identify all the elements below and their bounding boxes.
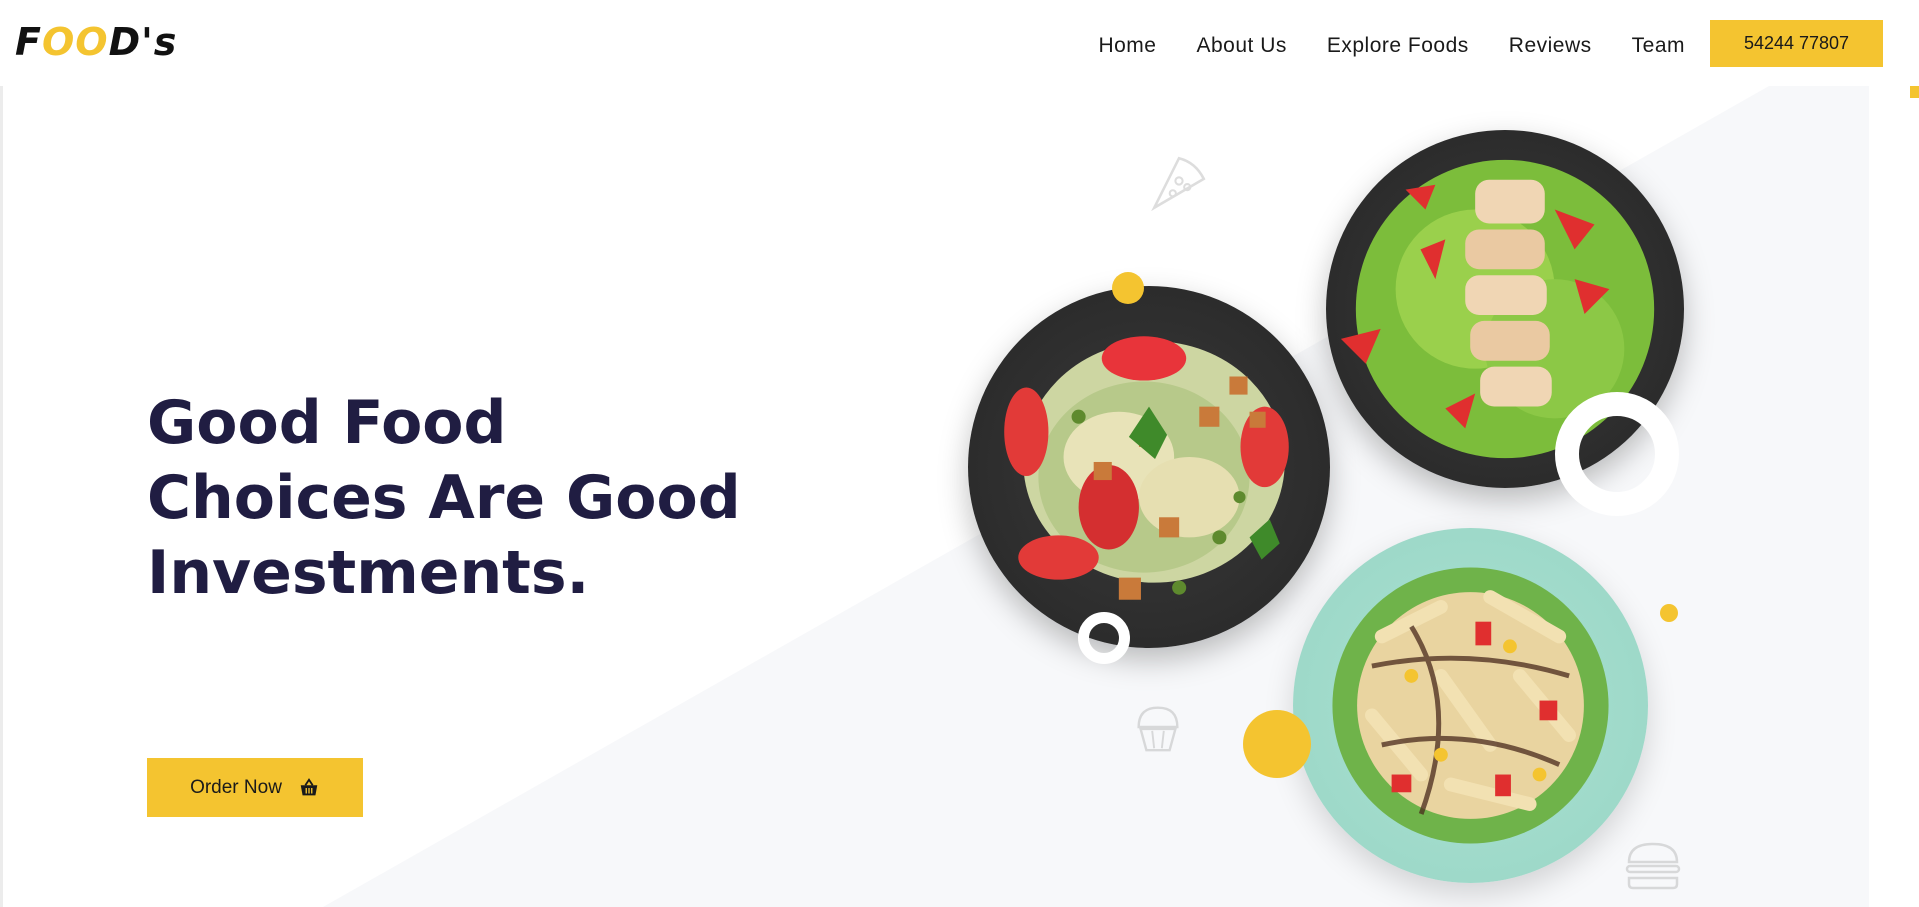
nav-home[interactable]: Home (1098, 34, 1156, 58)
nav-team[interactable]: Team (1632, 34, 1685, 58)
pasta-salad-plate (1293, 528, 1648, 883)
order-now-button[interactable]: Order Now (147, 758, 363, 817)
nav-explore-foods[interactable]: Explore Foods (1327, 34, 1469, 58)
phone-button[interactable]: 54244 77807 (1710, 20, 1883, 67)
pizza-slice-icon (1151, 156, 1206, 212)
hero-headline: Good Food Choices Are Good Investments. (147, 388, 741, 608)
nav-about-us[interactable]: About Us (1196, 34, 1286, 58)
white-ring-large (1555, 392, 1679, 516)
navbar: FOOD's Home About Us Explore Foods Revie… (0, 0, 1919, 86)
white-ring-small (1078, 612, 1130, 664)
order-now-label: Order Now (190, 776, 282, 798)
hero-section: Good Food Choices Are Good Investments. … (3, 86, 1869, 907)
nav-reviews[interactable]: Reviews (1509, 34, 1592, 58)
accent-dot-large (1243, 710, 1311, 778)
pasta-salad-food (1332, 567, 1609, 844)
main-menu: Home About Us Explore Foods Reviews Team (1098, 34, 1685, 58)
logo[interactable]: FOOD's (15, 20, 177, 64)
salad-plate (968, 286, 1330, 648)
cupcake-icon (1137, 706, 1179, 752)
accent-dot-small (1660, 604, 1678, 622)
salad-food (1004, 336, 1289, 600)
accent-dot (1112, 272, 1144, 304)
basket-icon (300, 777, 318, 795)
